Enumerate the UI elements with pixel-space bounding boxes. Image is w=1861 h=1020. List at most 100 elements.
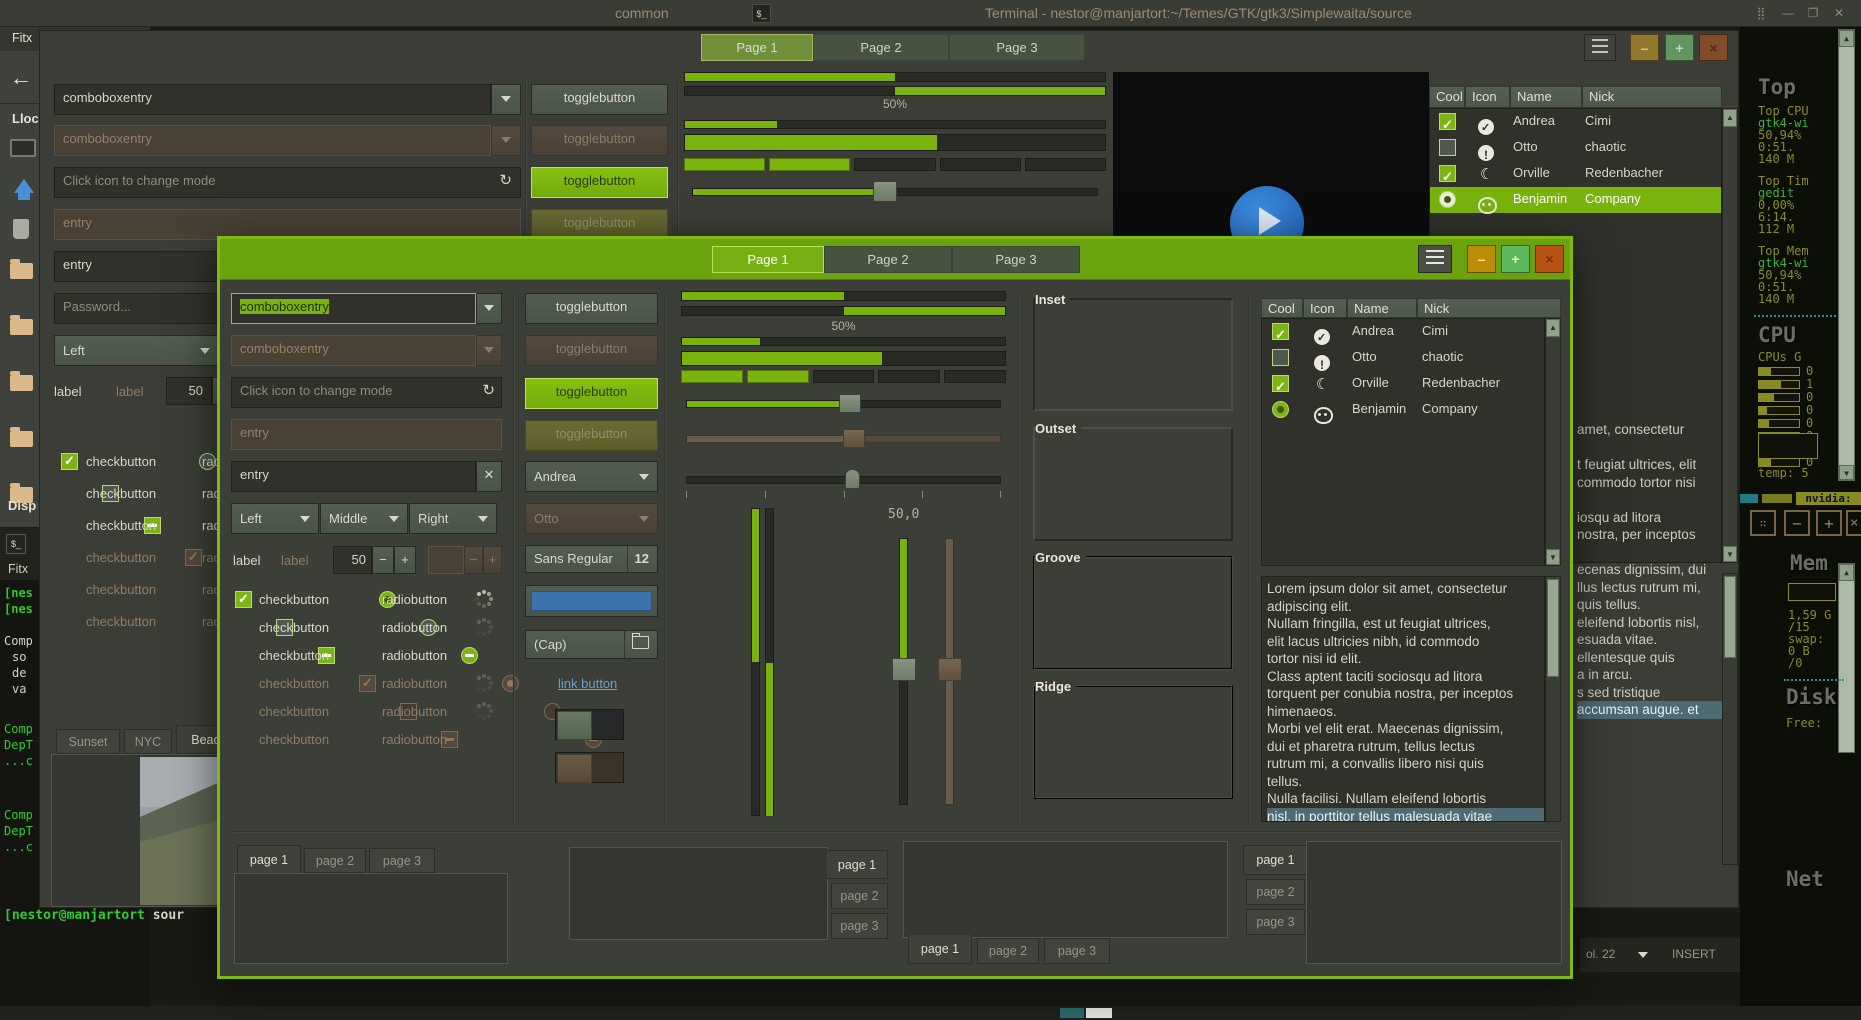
notebook4-tab-page3[interactable]: page 3 <box>1246 909 1305 935</box>
tab-page2[interactable]: Page 2 <box>824 246 952 273</box>
taskbar-item-teal[interactable] <box>1060 1008 1084 1018</box>
spinbutton-value[interactable]: 50 <box>333 546 372 574</box>
refresh-icon[interactable]: ↻ <box>499 168 512 194</box>
close-icon[interactable]: × <box>1846 510 1861 536</box>
notebook3-tab-page3[interactable]: page 3 <box>1044 938 1110 964</box>
comboboxentry-input-focused[interactable]: comboboxentry <box>231 293 476 324</box>
close-button[interactable]: × <box>1699 34 1728 61</box>
scrollbar-vertical[interactable]: ▲ ▼ <box>1545 318 1561 566</box>
treeview[interactable]: Andrea Cimi Otto chaotic ☾ Orville Reden… <box>1261 318 1545 566</box>
menu-button[interactable] <box>1584 34 1616 61</box>
icon-entry[interactable]: Click icon to change mode ↻ <box>231 377 502 408</box>
comboboxentry-dropdown[interactable] <box>491 84 521 115</box>
togglebutton-active[interactable]: togglebutton <box>531 167 668 198</box>
switch-off[interactable] <box>555 709 624 740</box>
scroll-up-icon[interactable]: ▲ <box>1839 564 1854 581</box>
scroll-up-icon[interactable]: ▲ <box>1546 319 1560 337</box>
togglebutton[interactable]: togglebutton <box>525 293 658 324</box>
tab-page2[interactable]: Page 2 <box>813 34 949 61</box>
column-header-cool[interactable]: Cool <box>1261 298 1303 318</box>
align-combo-left[interactable]: Left <box>231 503 319 534</box>
hscale-marks[interactable] <box>686 476 1001 484</box>
radio-indeterminate[interactable] <box>461 647 478 664</box>
notebook3-tab-page1[interactable]: page 1 <box>908 935 972 964</box>
checkbox-checked[interactable] <box>235 591 252 608</box>
notebook1-tab-page3[interactable]: page 3 <box>369 848 435 873</box>
comboboxentry-dropdown[interactable] <box>476 293 502 324</box>
maximize-icon[interactable]: ❐ <box>1804 4 1822 22</box>
column-header-icon[interactable]: Icon <box>1465 86 1510 108</box>
entry[interactable]: entry <box>231 461 476 492</box>
terminal-menu-file[interactable]: Fitx <box>8 562 28 576</box>
icon-entry[interactable]: Click icon to change mode ↻ <box>54 167 521 198</box>
column-header-nick[interactable]: Nick <box>1582 86 1722 108</box>
notebook3-tab-page2[interactable]: page 2 <box>977 938 1039 964</box>
row-checkbox[interactable] <box>1272 349 1289 366</box>
row-radio[interactable] <box>1272 401 1289 418</box>
maximize-button[interactable]: + <box>1665 34 1694 61</box>
notebook4-tab-page1[interactable]: page 1 <box>1243 845 1307 875</box>
back-arrow-icon[interactable]: ← <box>10 65 32 91</box>
statusbar-column[interactable]: ol. 22 <box>1586 947 1615 961</box>
tab-page3[interactable]: Page 3 <box>949 34 1085 61</box>
scrollbar-vertical[interactable] <box>1722 573 1738 865</box>
table-row[interactable]: ☾ Orville Redenbacher <box>1430 161 1721 187</box>
textview[interactable]: Lorem ipsum dolor sit amet, consectetura… <box>1261 576 1545 822</box>
scroll-thumb[interactable] <box>1547 579 1559 677</box>
scroll-up-icon[interactable]: ▲ <box>1723 109 1737 127</box>
taskbar-item-white[interactable] <box>1086 1008 1112 1018</box>
color-button[interactable] <box>525 585 658 617</box>
align-combo-right[interactable]: Right <box>409 503 497 534</box>
table-row[interactable]: Andrea Cimi <box>1262 319 1544 345</box>
scroll-down-icon[interactable]: ▼ <box>1546 549 1560 565</box>
terminal-icon[interactable]: $_ <box>752 4 771 23</box>
notebook2-tab-page1[interactable]: page 1 <box>827 850 888 879</box>
grid-icon[interactable]: ⣿ <box>1752 4 1770 22</box>
table-row[interactable]: Benjamin Company <box>1262 397 1544 423</box>
name-combobox[interactable]: Andrea <box>525 461 658 492</box>
minimize-icon[interactable]: — <box>1779 4 1797 22</box>
notebook2-tab-page2[interactable]: page 2 <box>831 883 888 909</box>
headerbar[interactable]: Page 1 Page 2 Page 3 – + × <box>220 239 1570 280</box>
scroll-up-icon[interactable]: ▲ <box>1839 30 1854 47</box>
comboboxentry-input[interactable]: comboboxentry <box>54 84 491 115</box>
textview-fragment[interactable]: amet, consectetur t feugiat ultrices, el… <box>1577 421 1722 723</box>
folder-music-icon[interactable] <box>10 319 33 335</box>
checkbox-checked[interactable] <box>61 453 78 470</box>
row-radio[interactable] <box>1439 191 1456 208</box>
scrollbar-vertical[interactable]: ▲ ▼ <box>1722 108 1738 563</box>
grid-dots-icon[interactable]: ∷ <box>1750 510 1776 536</box>
scroll-thumb[interactable] <box>1724 576 1736 658</box>
minimize-icon[interactable]: − <box>1784 510 1810 536</box>
hscale-handle[interactable] <box>873 181 897 202</box>
tab-page3[interactable]: Page 3 <box>952 246 1080 273</box>
scroll-down-icon[interactable]: ▼ <box>1839 465 1854 480</box>
scrollbar-vertical[interactable]: ▲ ▼ <box>1838 29 1855 481</box>
row-checkbox[interactable] <box>1272 375 1289 392</box>
panel-app-label[interactable]: common <box>615 5 669 21</box>
close-icon[interactable]: ✕ <box>1830 4 1848 22</box>
column-header-cool[interactable]: Cool <box>1429 86 1465 108</box>
column-header-name[interactable]: Name <box>1510 86 1582 108</box>
file-chooser-button[interactable]: (Cap) <box>525 630 658 659</box>
entry-clear-button[interactable]: ✕ <box>476 461 502 492</box>
column-header-icon[interactable]: Icon <box>1303 298 1347 318</box>
vscale-handle[interactable] <box>892 658 916 681</box>
spin-plus-button[interactable]: + <box>394 546 416 574</box>
statusbar-insert-mode[interactable]: INSERT <box>1672 947 1716 961</box>
table-row[interactable]: ☾ Orville Redenbacher <box>1262 371 1544 397</box>
notebook1-tab-page2[interactable]: page 2 <box>304 848 366 873</box>
computer-icon[interactable] <box>10 139 36 157</box>
switch-handle[interactable] <box>557 711 592 740</box>
row-checkbox[interactable] <box>1272 323 1289 340</box>
scrollbar-vertical[interactable]: ▲ <box>1838 563 1855 753</box>
align-combo-middle[interactable]: Middle <box>320 503 408 534</box>
hscale-handle[interactable] <box>839 394 861 413</box>
table-row-selected[interactable]: Benjamin Company <box>1430 187 1721 213</box>
maximize-button[interactable]: + <box>1501 245 1530 273</box>
home-up-icon[interactable] <box>14 179 34 193</box>
hscale-marks-handle[interactable] <box>845 469 860 489</box>
row-checkbox[interactable] <box>1439 113 1456 130</box>
font-button[interactable]: Sans Regular 12 <box>525 545 658 573</box>
chevron-down-icon[interactable] <box>1638 952 1648 958</box>
